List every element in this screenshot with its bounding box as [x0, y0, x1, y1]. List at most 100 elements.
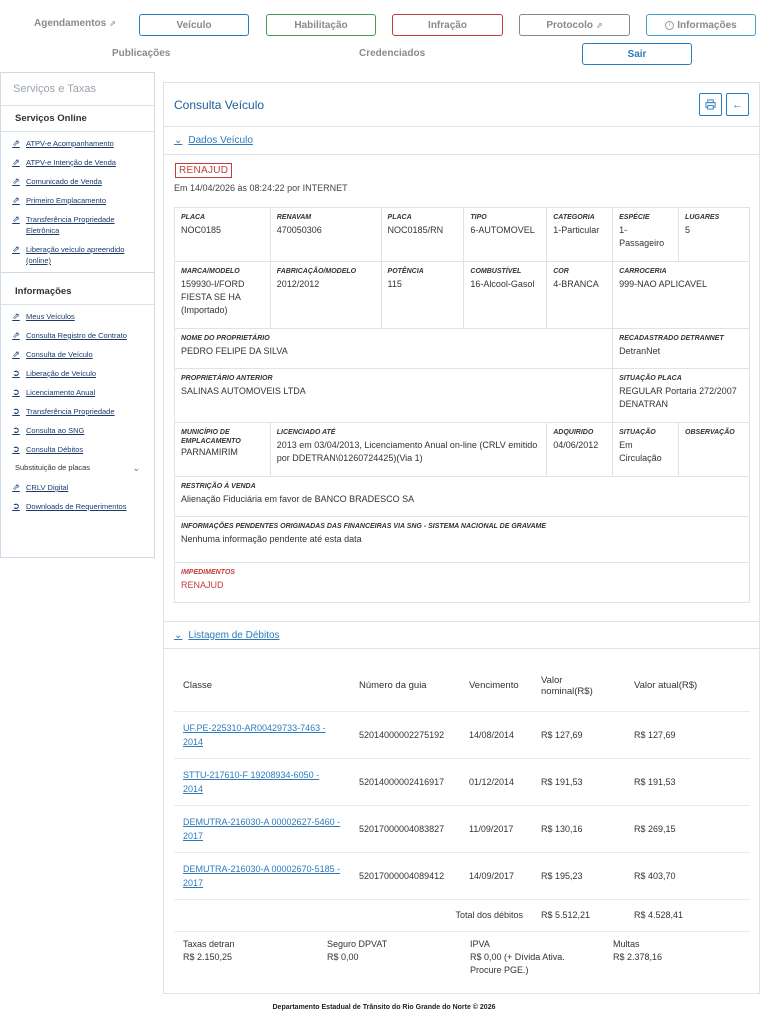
debts-total-row: Total dos débitos R$ 5.512,21 R$ 4.528,4… — [174, 899, 750, 932]
sidebar-item-substituicao-placas[interactable]: Substituição de placas ⌄ — [1, 459, 154, 478]
debt-atual: R$ 269,15 — [625, 805, 750, 853]
column-header: Valor nominal(R$) — [532, 661, 625, 712]
field-proprietario: NOME DO PROPRIETÁRIO PEDRO FELIPE DA SILV… — [173, 328, 614, 369]
table-row: DEMUTRA-216030-A 00002670-5185 - 2017 520… — [174, 852, 750, 900]
sidebar-item-label: Licenciamento Anual — [26, 388, 96, 397]
nav-publicacoes[interactable]: Publicações — [112, 48, 170, 59]
nav-infracao-button[interactable]: Infração — [392, 14, 503, 36]
sidebar-item[interactable]: ➲ Consulta ao SNG — [1, 421, 154, 440]
chevron-down-icon: ⌄ — [174, 629, 183, 641]
field-carroceria: CARROCERIA 999-NAO APLICAVEL — [612, 261, 750, 329]
debt-classe: DEMUTRA-216030-A 00002627-5460 - 2017 — [174, 805, 350, 853]
nav-publicacoes-label: Publicações — [112, 48, 171, 59]
arrow-circle-icon: ➲ — [12, 500, 20, 511]
debt-venc: 14/08/2014 — [460, 711, 532, 759]
sair-button[interactable]: Sair — [582, 43, 692, 65]
debt-classe: STTU-217610-F 19208934-6050 - 2014 — [174, 758, 350, 806]
chevron-down-icon: ⌄ — [132, 463, 140, 473]
debt-nominal: R$ 127,69 — [532, 711, 625, 759]
debt-guia: 52017000004083827 — [350, 805, 460, 853]
sidebar-item[interactable]: ⇗ ATPV-e Acompanhamento — [1, 134, 154, 153]
total-atual: R$ 4.528,41 — [625, 899, 750, 932]
sidebar-item[interactable]: ⇗ Liberação veículo apreendido (online) — [1, 240, 154, 270]
sidebar-item[interactable]: ➲ Liberação de Veículo — [1, 364, 154, 383]
nav-credenciados[interactable]: Credenciados — [359, 48, 425, 59]
back-button[interactable]: ← — [726, 93, 749, 116]
sidebar-item-label: Substituição de placas — [15, 463, 91, 472]
sidebar-item[interactable]: ⇗ Consulta de Veículo — [1, 345, 154, 364]
sidebar-item[interactable]: ➲ Downloads de Requerimentos — [1, 497, 154, 516]
nav-veiculo-label: Veículo — [176, 19, 212, 31]
debt-atual: R$ 127,69 — [625, 711, 750, 759]
dados-veiculo-toggle[interactable]: ⌄ Dados Veículo — [164, 127, 759, 155]
nav-veiculo-button[interactable]: Veículo — [139, 14, 249, 36]
external-link-icon: ⇗ — [12, 310, 20, 321]
sidebar-item-label: Consulta ao SNG — [26, 426, 85, 435]
field-combustivel: COMBUSTÍVEL 16-Alcool-Gasol — [463, 261, 548, 329]
nav-informacoes-button[interactable]: i Informações — [646, 14, 756, 36]
sidebar-item[interactable]: ➲ Transferência Propriedade — [1, 402, 154, 421]
sidebar-item[interactable]: ⇗ CRLV Digital — [1, 478, 154, 497]
debt-guia: 52017000004089412 — [350, 852, 460, 900]
debts-header-row: Classe Número da guia Vencimento Valor nomi… — [174, 661, 750, 712]
field-placa-uf: PLACA NOC0185/RN — [380, 207, 465, 262]
sidebar-item-label: Liberação de Veículo — [26, 369, 97, 378]
footer: Departamento Estadual de Trânsito do Rio… — [272, 1004, 496, 1011]
debt-link[interactable]: DEMUTRA-216030-A 00002670-5185 - 2017 — [183, 864, 340, 888]
renajud-badge: RENAJUD — [175, 163, 233, 178]
dados-veiculo-label: Dados Veículo — [188, 135, 253, 146]
info-icon: i — [665, 20, 675, 30]
sidebar-item-label: CRLV Digital — [26, 483, 69, 492]
debt-link[interactable]: UF.PE-225310-AR00429733-7463 - 2014 — [183, 723, 326, 747]
debt-nominal: R$ 191,53 — [532, 758, 625, 806]
debt-link[interactable]: STTU-217610-F 19208934-6050 - 2014 — [183, 770, 319, 794]
debt-atual: R$ 403,70 — [625, 852, 750, 900]
listagem-debitos-toggle[interactable]: ⌄ Listagem de Débitos — [164, 621, 759, 649]
main-panel: Consulta Veículo ← ⌄ Dados Veículo RENAJ… — [163, 82, 760, 994]
emission-info: Em 14/04/2026 às 08:24:22 por INTERNET — [174, 183, 348, 193]
nav-infracao-label: Infração — [428, 19, 467, 31]
debt-classe: DEMUTRA-216030-A 00002670-5185 - 2017 — [174, 852, 350, 900]
total-nominal: R$ 5.512,21 — [532, 899, 625, 932]
sair-label: Sair — [627, 48, 647, 60]
total-label: Total dos débitos — [350, 899, 532, 932]
main-header: Consulta Veículo ← — [164, 83, 759, 127]
column-header: Vencimento — [460, 661, 532, 712]
vehicle-data-table: PLACA NOC0185 RENAVAM 470050306 PLACA NOC01… — [173, 207, 750, 603]
sidebar-item-label: ATPV-e Acompanhamento — [26, 139, 114, 148]
sidebar-item-label: Consulta de Veículo — [26, 350, 93, 359]
sidebar-item[interactable]: ⇗ Primeiro Emplacamento — [1, 191, 154, 210]
field-adquirido: ADQUIRIDO 04/06/2012 — [546, 422, 614, 477]
debt-nominal: R$ 195,23 — [532, 852, 625, 900]
debt-venc: 01/12/2014 — [460, 758, 532, 806]
table-row: STTU-217610-F 19208934-6050 - 2014 520140… — [174, 758, 750, 806]
sidebar-item[interactable]: ⇗ Meus Veículos — [1, 307, 154, 326]
external-link-icon: ⇗ — [12, 348, 20, 359]
sidebar-extra-items: ⇗ CRLV Digital ➲ Downloads de Requerimentos — [1, 478, 154, 516]
sidebar-section-informacoes: Informações — [1, 279, 154, 305]
sidebar-item[interactable]: ⇗ Comunicado de Venda — [1, 172, 154, 191]
field-proprietario-anterior: PROPRIETÁRIO ANTERIOR SALINAS AUTOMOVEIS … — [173, 368, 614, 423]
nav-agendamentos[interactable]: Agendamentos ⇗ — [34, 18, 116, 29]
field-sng: INFORMAÇÕES PENDENTES ORIGINADAS DAS FIN… — [174, 516, 750, 563]
table-row: DEMUTRA-216030-A 00002627-5460 - 2017 520… — [174, 805, 750, 853]
sidebar-online-list: ⇗ ATPV-e Acompanhamento ⇗ ATPV-e Intenção d… — [1, 132, 154, 273]
nav-habilitacao-button[interactable]: Habilitação — [266, 14, 376, 36]
external-link-icon: ⇗ — [12, 243, 20, 254]
debt-link[interactable]: DEMUTRA-216030-A 00002627-5460 - 2017 — [183, 817, 340, 841]
field-lugares: LUGARES 5 — [678, 207, 750, 262]
sidebar-item[interactable]: ⇗ ATPV-e Intenção de Venda — [1, 153, 154, 172]
sidebar-item[interactable]: ⇗ Consulta Registro de Contrato — [1, 326, 154, 345]
sidebar-item[interactable]: ➲ Consulta Débitos — [1, 440, 154, 459]
sidebar-item[interactable]: ⇗ Transferência Propriedade Eletrônica — [1, 210, 154, 240]
sidebar-item[interactable]: ➲ Licenciamento Anual — [1, 383, 154, 402]
external-link-icon: ⇗ — [12, 329, 20, 340]
arrow-circle-icon: ➲ — [12, 405, 20, 416]
sidebar: Serviços e Taxas Serviços Online ⇗ ATPV-e… — [0, 72, 155, 558]
external-link-icon: ⇗ — [109, 19, 116, 28]
external-link-icon: ⇗ — [12, 481, 20, 492]
sidebar-item-label: Transferência Propriedade Eletrônica — [26, 215, 115, 235]
chevron-down-icon: ⌄ — [174, 135, 183, 146]
nav-protocolo-button[interactable]: Protocolo ⇗ — [519, 14, 630, 36]
print-button[interactable] — [699, 93, 722, 116]
